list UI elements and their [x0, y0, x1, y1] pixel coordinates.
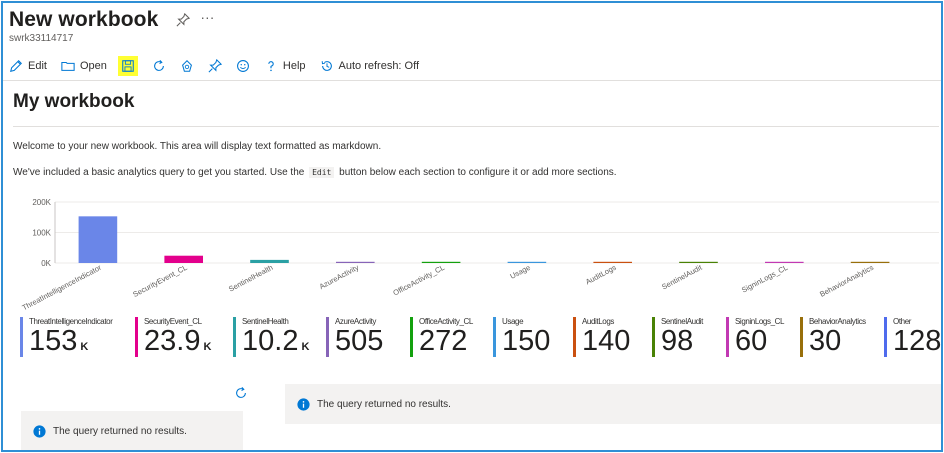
- question-mark-icon: [268, 61, 274, 72]
- tile-number: 10.2: [242, 325, 299, 357]
- save-button[interactable]: [117, 56, 138, 76]
- no-results-message-right: The query returned no results.: [285, 384, 941, 424]
- tile-number: 98: [661, 325, 694, 357]
- paragraph-text-after: button below each section to configure i…: [339, 167, 617, 178]
- open-label: Open: [79, 60, 107, 72]
- tile-unit: K: [203, 341, 212, 353]
- folder-icon: [61, 61, 75, 71]
- bar-chart: 200K 100K 0K ThreatIntelligenceIndicator Sec…: [13, 193, 939, 311]
- x-tick-label: SentinelHealth: [227, 263, 274, 294]
- refresh-button[interactable]: [152, 56, 166, 76]
- tile-BehaviorAnalytics[interactable]: BehaviorAnalytics 30: [800, 317, 880, 357]
- tile-value: 128: [893, 325, 942, 357]
- info-icon: [33, 424, 46, 438]
- pin-icon[interactable]: [176, 12, 191, 27]
- no-results-text: The query returned no results.: [317, 398, 451, 410]
- help-label: Help: [282, 60, 306, 72]
- y-tick-label: 200K: [32, 198, 51, 207]
- markdown-paragraph-1: Welcome to your new workbook. This area …: [13, 141, 382, 152]
- x-tick-label: ThreatIntelligenceIndicator: [21, 263, 104, 311]
- tile-number: 30: [809, 325, 842, 357]
- toolbar-divider: [3, 80, 941, 81]
- tile-value: 150: [502, 326, 569, 356]
- x-tick-label: SecurityEvent_CL: [131, 263, 188, 299]
- pin-icon: [208, 59, 222, 73]
- page-title: New workbook: [9, 8, 159, 31]
- tile-value: 140: [582, 326, 649, 356]
- markdown-paragraph-2: We've included a basic analytics query t…: [13, 167, 617, 178]
- tile-value: 505: [335, 326, 406, 356]
- help-button[interactable]: Help: [264, 56, 306, 76]
- edit-button[interactable]: Edit: [9, 56, 47, 76]
- heading-rule: [13, 126, 939, 127]
- no-results-message-left: The query returned no results.: [21, 411, 243, 450]
- tile-number: 23.9: [144, 325, 201, 357]
- paragraph-text-before: We've included a basic analytics query t…: [13, 167, 305, 178]
- tile-number: 140: [582, 325, 631, 357]
- resource-subtitle: swrk33114717: [9, 33, 74, 44]
- tile-number: 153: [29, 325, 78, 357]
- x-tick-label: SigninLogs_CL: [740, 263, 789, 295]
- tile-Other[interactable]: Other 128: [884, 317, 942, 357]
- x-tick-label: AuditLogs: [584, 263, 618, 287]
- tile-Usage[interactable]: Usage 150: [493, 317, 569, 357]
- tile-value: 153 K: [29, 326, 130, 362]
- tile-number: 60: [735, 325, 768, 357]
- tile-number: 128: [893, 325, 942, 357]
- clock-refresh-icon: [321, 61, 332, 71]
- toolbar: Edit Open Help Auto refresh: Off: [9, 55, 433, 77]
- y-tick-label: 0K: [41, 259, 51, 268]
- tile-OfficeActivity_CL[interactable]: OfficeActivity_CL 272: [410, 317, 490, 357]
- auto-refresh-label: Auto refresh: Off: [338, 60, 420, 72]
- tile-value: 272: [419, 326, 490, 356]
- x-tick-label: BehaviorAnalytics: [818, 263, 875, 299]
- tile-value: 23.9 K: [144, 326, 230, 362]
- share-button[interactable]: [180, 56, 194, 76]
- bar-ThreatIntelligenceIndicator[interactable]: [78, 216, 118, 263]
- edit-label: Edit: [28, 60, 47, 72]
- tile-value: 10.2 K: [242, 326, 323, 362]
- share-icon: [181, 60, 192, 72]
- refresh-icon: [154, 59, 164, 71]
- tile-SecurityEvent_CL[interactable]: SecurityEvent_CL 23.9 K: [135, 317, 230, 357]
- more-options-icon[interactable]: ···: [200, 10, 214, 24]
- x-tick-label: AzureActivity: [318, 263, 361, 291]
- inline-code-edit: Edit: [309, 167, 335, 178]
- tile-unit: K: [80, 341, 89, 353]
- info-icon: [297, 397, 310, 411]
- smiley-icon: [236, 60, 249, 72]
- open-button[interactable]: Open: [61, 56, 107, 76]
- tile-number: 272: [419, 325, 468, 357]
- query-refresh-icon[interactable]: [234, 386, 248, 400]
- tile-SentinelAudit[interactable]: SentinelAudit 98: [652, 317, 722, 357]
- x-tick-label: Usage: [508, 263, 531, 281]
- workbook-window: New workbook ··· swrk33114717 Edit Open: [1, 1, 943, 452]
- tile-number: 150: [502, 325, 551, 357]
- x-tick-label: SentinelAudit: [660, 262, 704, 291]
- title-row: New workbook ···: [9, 8, 214, 32]
- pencil-icon: [10, 60, 22, 72]
- tile-ThreatIntelligenceIndicator[interactable]: ThreatIntelligenceIndicator 153 K: [20, 317, 130, 357]
- x-tick-label: OfficeActivity_CL: [392, 263, 447, 298]
- tile-value: 98: [661, 326, 722, 356]
- auto-refresh-button[interactable]: Auto refresh: Off: [320, 56, 420, 76]
- tile-row: ThreatIntelligenceIndicator 153 K SecurityE…: [20, 317, 942, 361]
- save-icon: [122, 60, 134, 72]
- tile-SentinelHealth[interactable]: SentinelHealth 10.2 K: [233, 317, 323, 357]
- tile-value: 60: [735, 326, 796, 356]
- tile-unit: K: [301, 341, 310, 353]
- y-tick-label: 100K: [32, 229, 51, 238]
- workbook-heading: My workbook: [13, 91, 135, 112]
- feedback-button[interactable]: [236, 56, 250, 76]
- bar-chart-svg: 200K 100K 0KThreatIntelligenceIndicator Sec…: [21, 198, 939, 311]
- tile-SigninLogs_CL[interactable]: SigninLogs_CL 60: [726, 317, 796, 357]
- tile-AuditLogs[interactable]: AuditLogs 140: [573, 317, 649, 357]
- tile-AzureActivity[interactable]: AzureActivity 505: [326, 317, 406, 357]
- tile-number: 505: [335, 325, 384, 357]
- pin-button[interactable]: [208, 56, 222, 76]
- tile-value: 30: [809, 326, 880, 356]
- bar-SecurityEvent_CL[interactable]: [164, 255, 204, 263]
- no-results-text: The query returned no results.: [53, 425, 187, 437]
